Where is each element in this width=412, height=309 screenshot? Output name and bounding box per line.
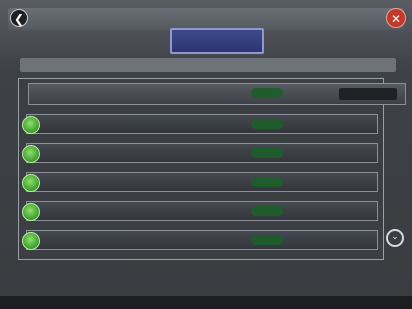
subheader-bar <box>20 58 396 72</box>
header-row-status <box>251 88 283 98</box>
main-button[interactable] <box>170 28 264 54</box>
list-item[interactable] <box>22 143 378 163</box>
status-ok-icon <box>22 174 40 192</box>
list-item-status <box>251 119 283 129</box>
header-row-value <box>339 88 397 100</box>
scroll-down-icon[interactable]: ⌄ <box>386 229 404 247</box>
list-item-status <box>251 148 283 158</box>
header-row[interactable] <box>28 83 406 105</box>
status-bar <box>0 296 412 309</box>
back-arrow-icon[interactable]: ❮ <box>10 9 28 27</box>
list-item[interactable] <box>22 172 378 192</box>
title-bar: ❮ ✕ <box>8 8 406 30</box>
status-ok-icon <box>22 203 40 221</box>
list-item-status <box>251 177 283 187</box>
diagnostic-screen: ❮ ✕ ⌄ <box>0 0 412 309</box>
close-icon[interactable]: ✕ <box>386 8 406 28</box>
status-ok-icon <box>22 232 40 250</box>
list-item-status <box>251 206 283 216</box>
list-item-status <box>251 235 283 245</box>
list-item[interactable] <box>22 201 378 221</box>
status-ok-icon <box>22 145 40 163</box>
status-ok-icon <box>22 116 40 134</box>
list-item[interactable] <box>22 230 378 250</box>
list-item[interactable] <box>22 114 378 134</box>
